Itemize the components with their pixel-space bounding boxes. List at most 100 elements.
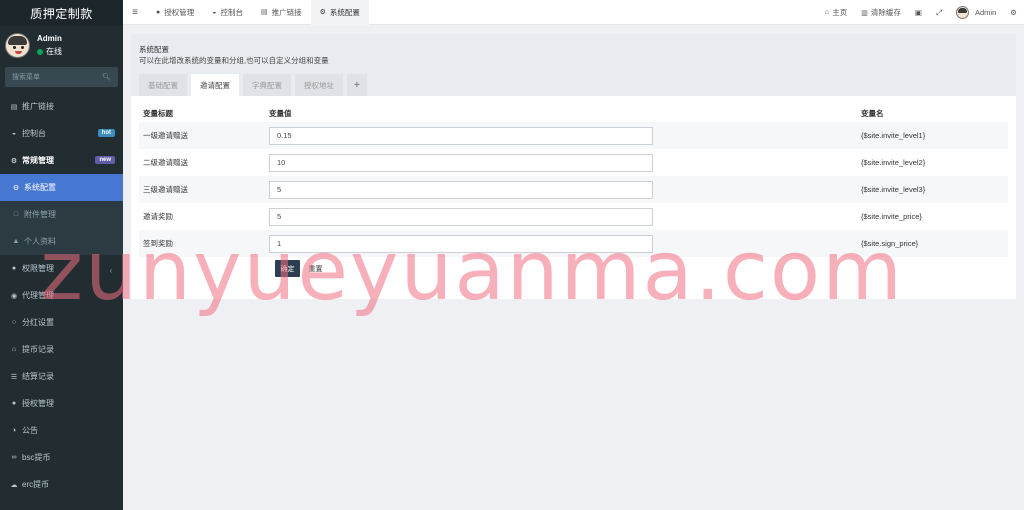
config-tabs: 基础配置 邀请配置 字典配置 授权地址 +: [139, 74, 371, 96]
sidebar-item-erc-withdraw[interactable]: ☁ erc提币: [0, 471, 123, 498]
home-link[interactable]: ⌂ 主页: [818, 7, 854, 18]
tab-system-config[interactable]: ⚙ 系统配置: [310, 0, 369, 25]
panel-header: 系统配置 可以在此增改系统的变量和分组,也可以自定义分组和变量 基础配置 邀请配…: [131, 34, 1016, 96]
table-row: 三级邀请赠送 5 {$site.invite_level3}: [139, 176, 1008, 203]
clear-cache-button[interactable]: ▥ 清除缓存: [854, 7, 908, 18]
sidebar-item-profile[interactable]: ▲ 个人资料: [0, 228, 123, 255]
sidebar-menu: ▤ 推广链接 ◒ 控制台 hot ⚙ 常规管理 new ⚙ 系统配置 □ 附件管…: [0, 93, 123, 498]
top-navbar: ≡ ● 授权管理 ◒ 控制台 ▤ 推广链接 ⚙ 系统配置 ⌂ 主页 ▥ 清除缓存…: [123, 0, 1024, 25]
form-actions: 确定 重置: [275, 260, 328, 277]
sidebar-item-authorization[interactable]: ● 授权管理: [0, 390, 123, 417]
group-icon: ●: [156, 8, 161, 16]
table-row: 二级邀请赠送 10 {$site.invite_level2}: [139, 149, 1008, 176]
sidebar-item-withdraw-records[interactable]: ⌂ 提币记录: [0, 336, 123, 363]
sidebar-item-label: 推广链接: [22, 102, 54, 111]
sidebar-item-settlement-records[interactable]: ☰ 结算记录: [0, 363, 123, 390]
table-row: 一级邀请赠送 0.15 {$site.invite_level1}: [139, 122, 1008, 149]
value-input[interactable]: 10: [269, 153, 653, 172]
gear-icon: ⚙: [319, 9, 326, 16]
row-variable-name: {$site.invite_price}: [861, 212, 922, 221]
language-button[interactable]: ▣: [908, 8, 929, 17]
gear-icon: ⚙: [12, 184, 20, 192]
row-variable-name: {$site.invite_level2}: [861, 158, 926, 167]
sidebar-item-label: 公告: [22, 426, 38, 435]
sidebar-item-label: 控制台: [22, 129, 46, 138]
tab-basic-config[interactable]: 基础配置: [139, 74, 187, 96]
column-header-value: 变量值: [269, 109, 292, 118]
column-header-name: 变量名: [861, 109, 884, 118]
tab-dashboard[interactable]: ◒ 控制台: [203, 0, 252, 25]
sidebar-item-label: bsc提币: [22, 453, 51, 462]
file-icon: □: [13, 211, 19, 218]
sidebar-item-label: 附件管理: [24, 210, 56, 219]
value-input[interactable]: 5: [269, 180, 653, 199]
row-variable-name: {$site.sign_price}: [861, 239, 919, 248]
sidebar-item-dashboard[interactable]: ◒ 控制台 hot: [0, 120, 123, 147]
home-label: 主页: [832, 8, 848, 17]
user-menu-name: Admin: [975, 8, 997, 17]
fullscreen-button[interactable]: ⤢: [929, 8, 949, 18]
row-title: 邀请奖励: [143, 212, 173, 221]
top-right-tools: ⌂ 主页 ▥ 清除缓存 ▣ ⤢ Admin ⚙: [818, 0, 1024, 25]
link-icon: ▤: [260, 9, 268, 16]
reset-button[interactable]: 重置: [303, 260, 328, 277]
tab-label: 控制台: [220, 7, 243, 17]
row-variable-name: {$site.invite_level1}: [861, 131, 926, 140]
menu-search-placeholder: 搜索菜单: [12, 74, 40, 81]
home-icon: ⌂: [825, 9, 830, 16]
tab-label: 授权管理: [164, 7, 195, 17]
sidebar-item-general[interactable]: ⚙ 常规管理 new: [0, 147, 123, 174]
online-dot-icon: [37, 48, 43, 55]
settings-button[interactable]: ⚙: [1003, 8, 1024, 17]
user-circle-icon: ◉: [10, 292, 18, 300]
sidebar-item-bsc-withdraw[interactable]: ∞ bsc提币: [0, 444, 123, 471]
user-status-label: 在线: [46, 47, 62, 56]
value-input[interactable]: 5: [269, 207, 653, 226]
row-variable-name: {$site.invite_level3}: [861, 185, 926, 194]
row-title: 二级邀请赠送: [143, 158, 188, 167]
sidebar-item-promo-link[interactable]: ▤ 推广链接: [0, 93, 123, 120]
tab-label: 推广链接: [271, 7, 302, 17]
sidebar: 质押定制款 Admin 在线 搜索菜单 🔍︎ ▤ 推广链接 ◒ 控制台 hot …: [0, 0, 123, 510]
avatar: [956, 6, 969, 19]
tab-auth-address[interactable]: 授权地址: [295, 74, 343, 96]
sidebar-item-announcement[interactable]: ◑ 公告: [0, 417, 123, 444]
circle-icon: ○: [11, 319, 17, 326]
page-description: 可以在此增改系统的变量和分组,也可以自定义分组和变量: [139, 56, 329, 65]
search-icon[interactable]: 🔍︎: [102, 73, 111, 81]
value-input[interactable]: 0.15: [269, 126, 653, 145]
chevron-left-icon[interactable]: ‹: [105, 266, 117, 278]
menu-search-input[interactable]: 搜索菜单 🔍︎: [5, 67, 118, 87]
dashboard-icon: ◒: [11, 130, 17, 137]
tab-invite-config[interactable]: 邀请配置: [191, 74, 239, 96]
config-table: 变量标题 变量值 变量名 一级邀请赠送 0.15 {$site.invite_l…: [139, 105, 1008, 257]
sidebar-item-attachments[interactable]: □ 附件管理: [0, 201, 123, 228]
page-title: 系统配置: [139, 45, 169, 54]
confirm-button[interactable]: 确定: [275, 260, 300, 277]
trash-icon: ▥: [861, 9, 868, 17]
row-title: 签到奖励: [143, 239, 173, 248]
sidebar-item-label: 分红设置: [22, 318, 54, 327]
sidebar-item-agents[interactable]: ◉ 代理管理: [0, 282, 123, 309]
sidebar-item-dividends[interactable]: ○ 分红设置: [0, 309, 123, 336]
user-icon: ▲: [12, 238, 20, 245]
add-tab-button[interactable]: +: [347, 74, 367, 96]
user-status: 在线: [37, 46, 62, 57]
row-title: 一级邀请赠送: [143, 131, 188, 140]
tab-authorization[interactable]: ● 授权管理: [147, 0, 203, 25]
tab-promo-link[interactable]: ▤ 推广链接: [252, 0, 311, 25]
value-input[interactable]: 1: [269, 234, 653, 253]
group-icon: ●: [11, 400, 17, 407]
table-header: 变量标题 变量值 变量名: [139, 105, 1008, 122]
link-icon: ▤: [10, 103, 18, 111]
sidebar-item-label: erc提币: [22, 480, 50, 489]
fullscreen-icon: ⤢: [936, 7, 942, 17]
sidebar-item-system-config[interactable]: ⚙ 系统配置: [0, 174, 123, 201]
clear-cache-label: 清除缓存: [870, 8, 901, 17]
half-circle-icon: ◑: [11, 427, 17, 434]
app-title[interactable]: 质押定制款: [0, 0, 123, 26]
tab-dictionary-config[interactable]: 字典配置: [243, 74, 291, 96]
menu-toggle-icon[interactable]: ≡: [123, 7, 147, 18]
list-icon: ☰: [10, 373, 18, 381]
user-menu[interactable]: Admin: [949, 6, 1003, 19]
